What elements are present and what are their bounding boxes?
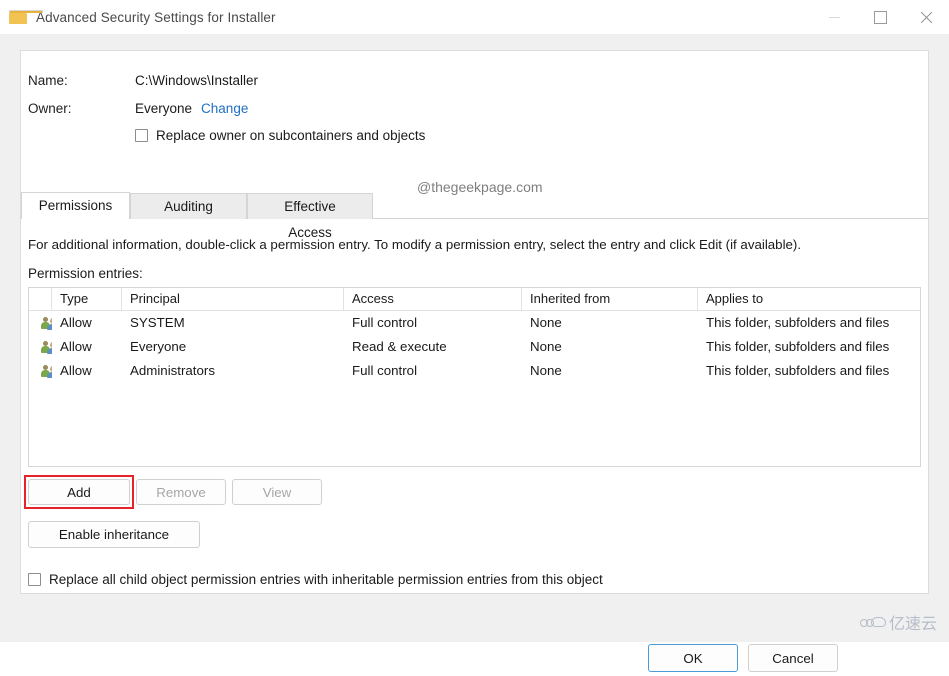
maximize-icon	[874, 11, 887, 24]
replace-owner-checkbox[interactable]	[135, 129, 148, 142]
tab-effective-access[interactable]: Effective Access	[247, 193, 373, 219]
add-button-highlight	[24, 475, 134, 509]
replace-child-permissions-checkbox[interactable]	[28, 573, 41, 586]
row-access: Read & execute	[344, 335, 522, 359]
close-button[interactable]	[903, 0, 949, 34]
minimize-button[interactable]	[811, 0, 857, 34]
dialog-body: Name: C:\Windows\Installer Owner: Everyo…	[0, 34, 949, 642]
tab-permissions[interactable]: Permissions	[21, 192, 130, 219]
row-type: Allow	[52, 311, 122, 335]
users-group-icon	[41, 364, 52, 378]
window-title: Advanced Security Settings for Installer	[36, 10, 276, 25]
table-row[interactable]: Allow Administrators Full control None T…	[29, 359, 920, 383]
watermark-yisuyun: 亿速云	[860, 610, 937, 634]
row-access: Full control	[344, 311, 522, 335]
tab-auditing[interactable]: Auditing	[130, 193, 247, 219]
add-button-wrapper: Add	[28, 479, 130, 505]
permission-entries-list[interactable]: Type Principal Access Inherited from App…	[28, 287, 921, 467]
list-header-row: Type Principal Access Inherited from App…	[29, 288, 920, 311]
row-icon-cell	[29, 311, 52, 335]
row-applies-to: This folder, subfolders and files	[698, 311, 920, 335]
row-type: Allow	[52, 359, 122, 383]
table-row[interactable]: Allow Everyone Read & execute None This …	[29, 335, 920, 359]
column-header-inherited-from[interactable]: Inherited from	[522, 288, 698, 310]
owner-row: Owner: Everyone Change	[28, 101, 928, 116]
enable-inheritance-button[interactable]: Enable inheritance	[28, 521, 200, 548]
dialog-footer: OK Cancel	[0, 608, 949, 676]
remove-button[interactable]: Remove	[136, 479, 226, 505]
row-principal: Everyone	[122, 335, 344, 359]
replace-owner-checkbox-row[interactable]: Replace owner on subcontainers and objec…	[135, 128, 928, 143]
name-label: Name:	[28, 73, 135, 88]
row-principal: Administrators	[122, 359, 344, 383]
row-applies-to: This folder, subfolders and files	[698, 359, 920, 383]
row-inherited-from: None	[522, 311, 698, 335]
name-value: C:\Windows\Installer	[135, 73, 258, 88]
row-inherited-from: None	[522, 335, 698, 359]
name-row: Name: C:\Windows\Installer	[28, 73, 928, 88]
entry-action-buttons: Add Remove View	[28, 479, 322, 505]
column-header-principal[interactable]: Principal	[122, 288, 344, 310]
folder-icon	[9, 10, 27, 24]
permission-entries-label: Permission entries:	[28, 266, 143, 281]
users-group-icon	[41, 316, 52, 330]
column-header-applies-to[interactable]: Applies to	[698, 288, 920, 310]
column-header-access[interactable]: Access	[344, 288, 522, 310]
ok-button[interactable]: OK	[648, 644, 738, 672]
row-type: Allow	[52, 335, 122, 359]
row-icon-cell	[29, 335, 52, 359]
owner-value: Everyone	[135, 101, 192, 116]
row-icon-cell	[29, 359, 52, 383]
watermark-yisuyun-text: 亿速云	[889, 610, 937, 634]
instructions-text: For additional information, double-click…	[28, 237, 801, 252]
title-bar: Advanced Security Settings for Installer	[0, 0, 949, 34]
view-button[interactable]: View	[232, 479, 322, 505]
tab-strip: Permissions Auditing Effective Access	[21, 192, 928, 219]
content-panel: Name: C:\Windows\Installer Owner: Everyo…	[20, 50, 929, 594]
minimize-icon	[829, 17, 840, 18]
replace-child-permissions-row[interactable]: Replace all child object permission entr…	[28, 572, 603, 587]
row-principal: SYSTEM	[122, 311, 344, 335]
close-icon	[920, 11, 933, 24]
window-controls	[811, 0, 949, 34]
cancel-button[interactable]: Cancel	[748, 644, 838, 672]
owner-change-link[interactable]: Change	[201, 101, 248, 116]
column-header-type[interactable]: Type	[52, 288, 122, 310]
table-row[interactable]: Allow SYSTEM Full control None This fold…	[29, 311, 920, 335]
column-header-icon[interactable]	[29, 288, 52, 310]
owner-label: Owner:	[28, 101, 135, 116]
row-inherited-from: None	[522, 359, 698, 383]
replace-owner-label: Replace owner on subcontainers and objec…	[156, 128, 425, 143]
users-group-icon	[41, 340, 52, 354]
row-access: Full control	[344, 359, 522, 383]
cloud-logo-icon	[860, 615, 886, 630]
maximize-button[interactable]	[857, 0, 903, 34]
row-applies-to: This folder, subfolders and files	[698, 335, 920, 359]
replace-child-permissions-label: Replace all child object permission entr…	[49, 572, 603, 587]
